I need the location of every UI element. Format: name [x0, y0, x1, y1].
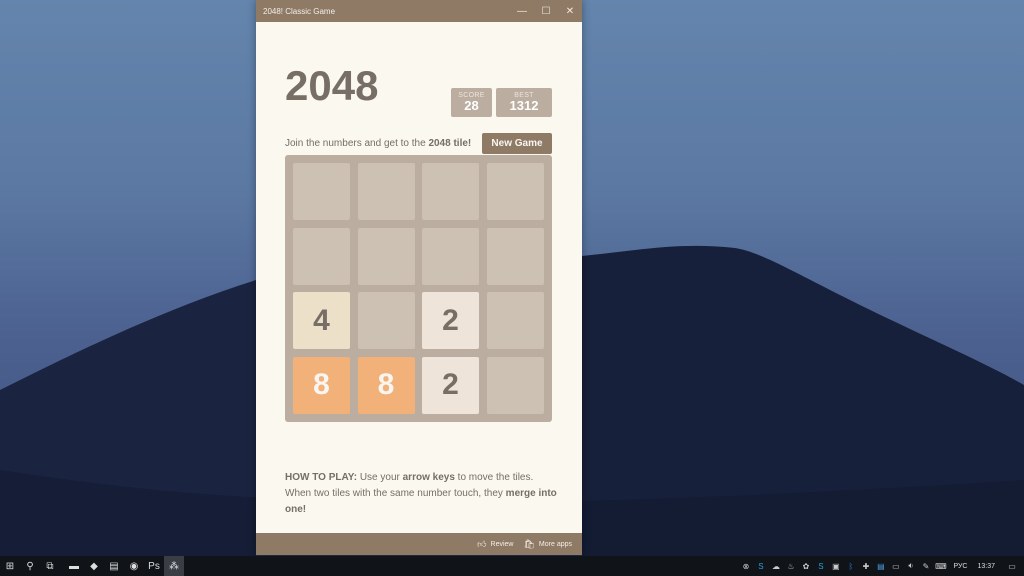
clock[interactable]: 13:37 — [972, 563, 1000, 570]
intro-bold: 2048 tile! — [428, 138, 472, 149]
system-tray: ⊗ S ☁ ♨ ✿ S ▣ ᛒ ✚ ▤ ▭ 🔉︎ ✎ ⌨ РУС 13:37 ▭ — [738, 556, 1024, 576]
empty-cell — [422, 227, 479, 285]
score-value: 28 — [464, 98, 479, 113]
volume-icon[interactable]: 🔉︎ — [903, 556, 918, 576]
maximize-button[interactable]: ☐ — [534, 0, 558, 22]
shield-icon[interactable]: ✚ — [858, 556, 873, 576]
tile-8: 8 — [293, 356, 350, 414]
security-icon[interactable]: ▣ — [828, 556, 843, 576]
howto-text-1: Use your — [357, 472, 403, 483]
empty-cell — [357, 227, 415, 285]
intro-prefix: Join the numbers and get to the — [285, 138, 429, 149]
photoshop-icon[interactable]: Ps — [144, 556, 164, 576]
best-box: BEST 1312 — [496, 88, 552, 117]
taskbar: ⊞ ⚲ ⧉ ▬ ◆ ▤ ◉ Ps ⁂ ⊗ S ☁ ♨ ✿ S ▣ ᛒ ✚ ▤ ▭ 🔉︎ ✎ ⌨ … — [0, 556, 1024, 576]
app-footer: 👍︎ Review 🛍︎ More apps — [256, 533, 582, 555]
onedrive-icon[interactable]: ☁ — [768, 556, 783, 576]
tile-4: 4 — [293, 292, 350, 349]
new-game-button[interactable]: New Game — [482, 133, 552, 154]
chrome-icon[interactable]: ◉ — [124, 556, 144, 576]
messenger-icon[interactable]: ▤ — [873, 556, 888, 576]
close-button[interactable]: ✕ — [558, 0, 582, 22]
thumbs-up-icon: 👍︎ — [477, 538, 487, 549]
game-logo: 2048 — [285, 62, 379, 109]
empty-cell — [357, 292, 415, 349]
search-icon[interactable]: ⚲ — [20, 556, 40, 576]
empty-cell — [293, 163, 350, 220]
visual-studio-icon[interactable]: ◆ — [84, 556, 104, 576]
review-button[interactable]: 👍︎ Review — [477, 539, 513, 550]
2048-app-icon[interactable]: ⁂ — [164, 556, 184, 576]
taskbar-apps: ⊞ ⚲ ⧉ ▬ ◆ ▤ ◉ Ps ⁂ — [0, 556, 184, 576]
pen-icon[interactable]: ✎ — [918, 556, 933, 576]
tile-2: 2 — [422, 356, 479, 414]
app-window: 2048! Classic Game — ☐ ✕ 2048 SCORE 28 B… — [256, 0, 582, 555]
howto-arrow-keys: arrow keys — [402, 472, 455, 483]
bluetooth-icon[interactable]: ᛒ — [843, 556, 858, 576]
more-apps-label: More apps — [538, 540, 572, 548]
tile-2: 2 — [422, 292, 479, 349]
empty-cell — [422, 163, 479, 220]
window-title: 2048! Classic Game — [263, 6, 336, 16]
more-apps-button[interactable]: 🛍︎ More apps — [523, 539, 572, 550]
start-icon[interactable]: ⊞ — [0, 556, 20, 576]
minimize-button[interactable]: — — [510, 0, 534, 22]
keyboard-icon[interactable]: ⌨ — [933, 556, 948, 576]
game-board[interactable]: 42882 — [285, 155, 552, 422]
empty-cell — [293, 227, 350, 285]
best-value: 1312 — [509, 98, 539, 113]
title-bar[interactable]: 2048! Classic Game — ☐ ✕ — [256, 0, 582, 22]
empty-cell — [357, 163, 415, 220]
network-icon[interactable]: ▭ — [888, 556, 903, 576]
action-center-icon[interactable]: ▭ — [1000, 556, 1024, 576]
empty-cell — [486, 356, 544, 414]
score-box: SCORE 28 — [451, 88, 492, 117]
notepad-icon[interactable]: ▤ — [104, 556, 124, 576]
language-indicator[interactable]: РУС — [948, 563, 972, 570]
game-content: 2048 SCORE 28 BEST 1312 Join the numbers… — [256, 22, 582, 533]
how-to-play-text: HOW TO PLAY: Use your arrow keys to move… — [285, 470, 560, 518]
review-label: Review — [490, 540, 514, 548]
file-explorer-icon[interactable]: ▬ — [64, 556, 84, 576]
shopping-bag-icon: 🛍︎ — [523, 538, 535, 549]
steam-icon[interactable]: ♨ — [783, 556, 798, 576]
howto-heading: HOW TO PLAY: — [285, 472, 358, 483]
sync-icon[interactable]: S — [813, 556, 828, 576]
intro-text: Join the numbers and get to the 2048 til… — [285, 138, 471, 149]
tile-8: 8 — [357, 356, 415, 414]
empty-cell — [486, 227, 544, 285]
xbox-icon[interactable]: ⊗ — [738, 556, 753, 576]
task-view-icon[interactable]: ⧉ — [40, 556, 60, 576]
skype-icon[interactable]: S — [753, 556, 768, 576]
empty-cell — [486, 163, 544, 220]
app-tray-icon[interactable]: ✿ — [798, 556, 813, 576]
empty-cell — [486, 292, 544, 349]
